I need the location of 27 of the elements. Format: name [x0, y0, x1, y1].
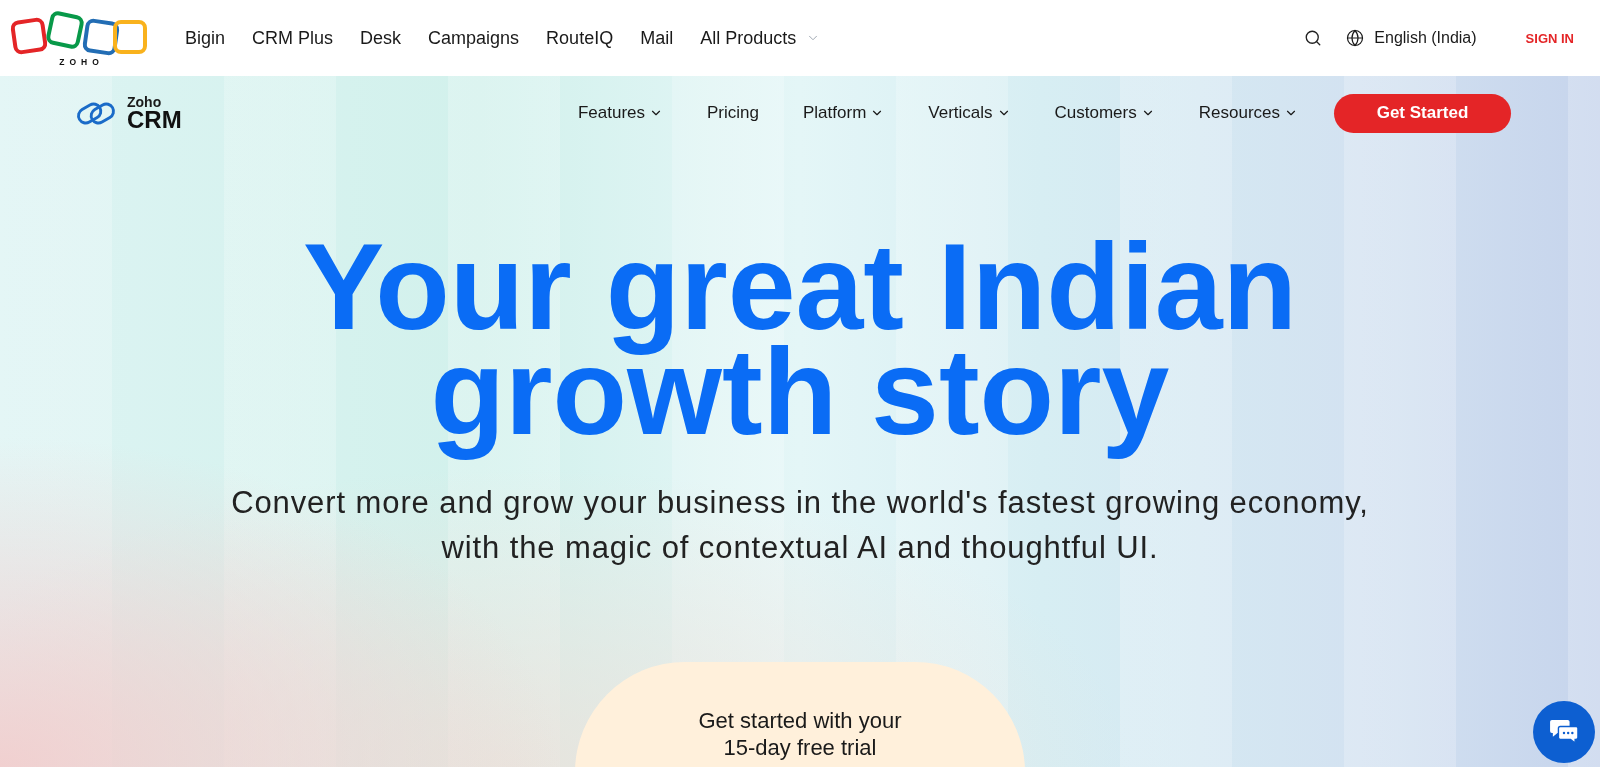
trial-card-text: Get started with your 15-day free trial: [697, 707, 903, 761]
get-started-button[interactable]: Get Started: [1334, 93, 1511, 133]
squares-logo-icon: [8, 9, 150, 57]
product-link[interactable]: Mail: [640, 27, 674, 49]
search-button[interactable]: [1304, 29, 1323, 47]
search-icon: [1304, 29, 1323, 47]
nav-link[interactable]: Verticals: [928, 103, 1011, 123]
nav-link[interactable]: Resources: [1198, 103, 1298, 123]
nav-link[interactable]: Platform: [803, 103, 885, 123]
product-link[interactable]: Desk: [360, 27, 402, 49]
logo-text: ZOHO: [58, 57, 104, 67]
logo-brand-text: Zoho: [127, 95, 162, 109]
sign-in-link[interactable]: SIGN IN: [1525, 30, 1574, 46]
nav-link[interactable]: Pricing: [707, 103, 759, 123]
hero-subtitle: Convert more and grow your business in the world's fastest growing economy, with the magic of contextual AI and thoughtful UI.: [230, 484, 1370, 567]
product-link[interactable]: CRM Plus: [252, 27, 334, 49]
logo-product-text: CRM: [127, 109, 182, 131]
chat-bubbles-icon: [1549, 719, 1579, 745]
product-link[interactable]: Campaigns: [428, 27, 520, 49]
product-link[interactable]: Bigin: [185, 27, 226, 49]
language-selector[interactable]: English (India): [1346, 29, 1477, 47]
product-link[interactable]: All Products: [700, 27, 821, 49]
globe-icon: [1346, 29, 1365, 47]
nav-link[interactable]: Features: [577, 103, 664, 123]
product-link[interactable]: RouteIQ: [546, 27, 614, 49]
hero-title: Your great Indian growth story: [301, 235, 1299, 462]
nav-link[interactable]: Customers: [1054, 103, 1155, 123]
